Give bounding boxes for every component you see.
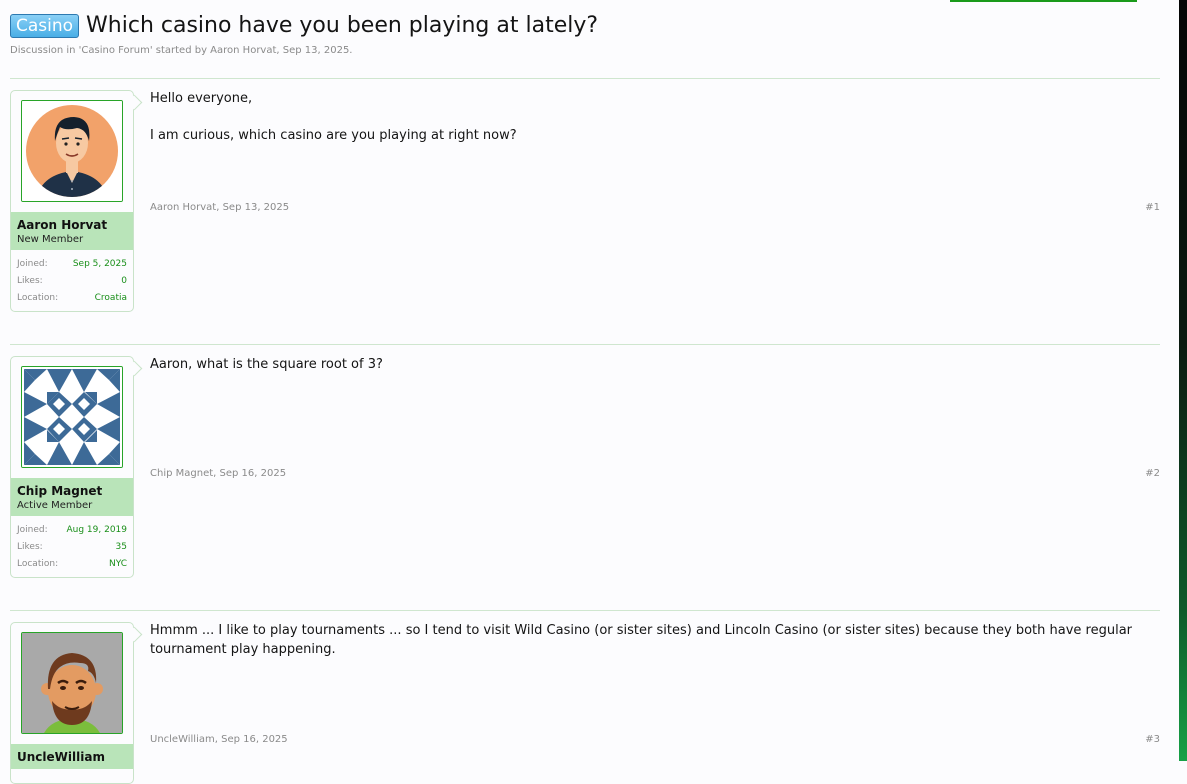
stat-joined: Joined: Sep 5, 2025 (17, 256, 127, 273)
username[interactable]: Chip Magnet (17, 484, 127, 498)
message-line: Hello everyone, (150, 91, 253, 106)
window-edge-gradient (1179, 0, 1187, 761)
post-number-link[interactable]: #3 (1145, 734, 1160, 745)
stat-location: Location: NYC (17, 556, 127, 573)
stat-location: Location: Croatia (17, 290, 127, 307)
message-line: Aaron, what is the square root of 3? (150, 357, 383, 372)
stat-value: NYC (108, 559, 127, 569)
stat-label: Joined: (17, 525, 48, 535)
stat-label: Location: (17, 293, 59, 303)
post-message: Aaron, what is the square root of 3? (150, 355, 1150, 374)
stat-value: 35 (115, 542, 127, 552)
stat-label: Likes: (17, 276, 43, 286)
user-name-block: Chip Magnet Active Member (11, 478, 133, 516)
stat-value: 0 (121, 276, 127, 286)
stat-likes: Likes: 0 (17, 273, 127, 290)
top-green-bar (950, 0, 1137, 2)
post-number-link[interactable]: #1 (1145, 202, 1160, 213)
avatar[interactable] (21, 100, 123, 202)
post-divider (10, 344, 1160, 345)
identicon-pattern-icon (22, 367, 122, 467)
stat-joined: Joined: Aug 19, 2019 (17, 522, 127, 539)
user-card: Chip Magnet Active Member Joined: Aug 19,… (10, 356, 134, 578)
user-card: Aaron Horvat New Member Joined: Sep 5, 20… (10, 90, 134, 312)
stat-label: Likes: (17, 542, 43, 552)
stat-value: Croatia (94, 293, 127, 303)
user-name-block: UncleWilliam (11, 744, 133, 769)
user-stats: Joined: Sep 5, 2025 Likes: 0 Location: Croa… (11, 250, 133, 311)
avatar[interactable] (21, 366, 123, 468)
post-divider (10, 610, 1160, 611)
thread-meta: Discussion in 'Casino Forum' started by … (10, 45, 353, 56)
post-message: Hmmm ... I like to play tournaments ... … (150, 621, 1150, 659)
post-footer[interactable]: UncleWilliam, Sep 16, 2025 (150, 734, 288, 745)
post-footer[interactable]: Aaron Horvat, Sep 13, 2025 (150, 202, 289, 213)
post-number-link[interactable]: #2 (1145, 468, 1160, 479)
user-title: Active Member (17, 500, 93, 511)
user-title: New Member (17, 234, 84, 245)
message-line: Hmmm ... I like to play tournaments ... … (150, 623, 1133, 657)
avatar-bearded-man-icon (22, 633, 122, 733)
stat-label: Joined: (17, 259, 48, 269)
thread-title-row: Casino Which casino have you been playin… (10, 13, 598, 38)
stat-value: Sep 5, 2025 (72, 259, 127, 269)
username[interactable]: UncleWilliam (17, 750, 127, 764)
thread-title: Which casino have you been playing at la… (86, 13, 599, 38)
post-message: Hello everyone, I am curious, which casi… (150, 89, 1150, 145)
stat-likes: Likes: 35 (17, 539, 127, 556)
stat-label: Location: (17, 559, 59, 569)
avatar-man-icon (22, 101, 122, 201)
post-divider (10, 78, 1160, 79)
user-name-block: Aaron Horvat New Member (11, 212, 133, 250)
avatar[interactable] (21, 632, 123, 734)
stat-value: Aug 19, 2019 (66, 525, 127, 535)
post-footer[interactable]: Chip Magnet, Sep 16, 2025 (150, 468, 286, 479)
thread-prefix-badge[interactable]: Casino (10, 13, 80, 38)
username[interactable]: Aaron Horvat (17, 218, 127, 232)
message-line: I am curious, which casino are you playi… (150, 128, 517, 143)
user-stats: Joined: Aug 19, 2019 Likes: 35 Location: NY… (11, 516, 133, 577)
user-card: UncleWilliam (10, 622, 134, 784)
